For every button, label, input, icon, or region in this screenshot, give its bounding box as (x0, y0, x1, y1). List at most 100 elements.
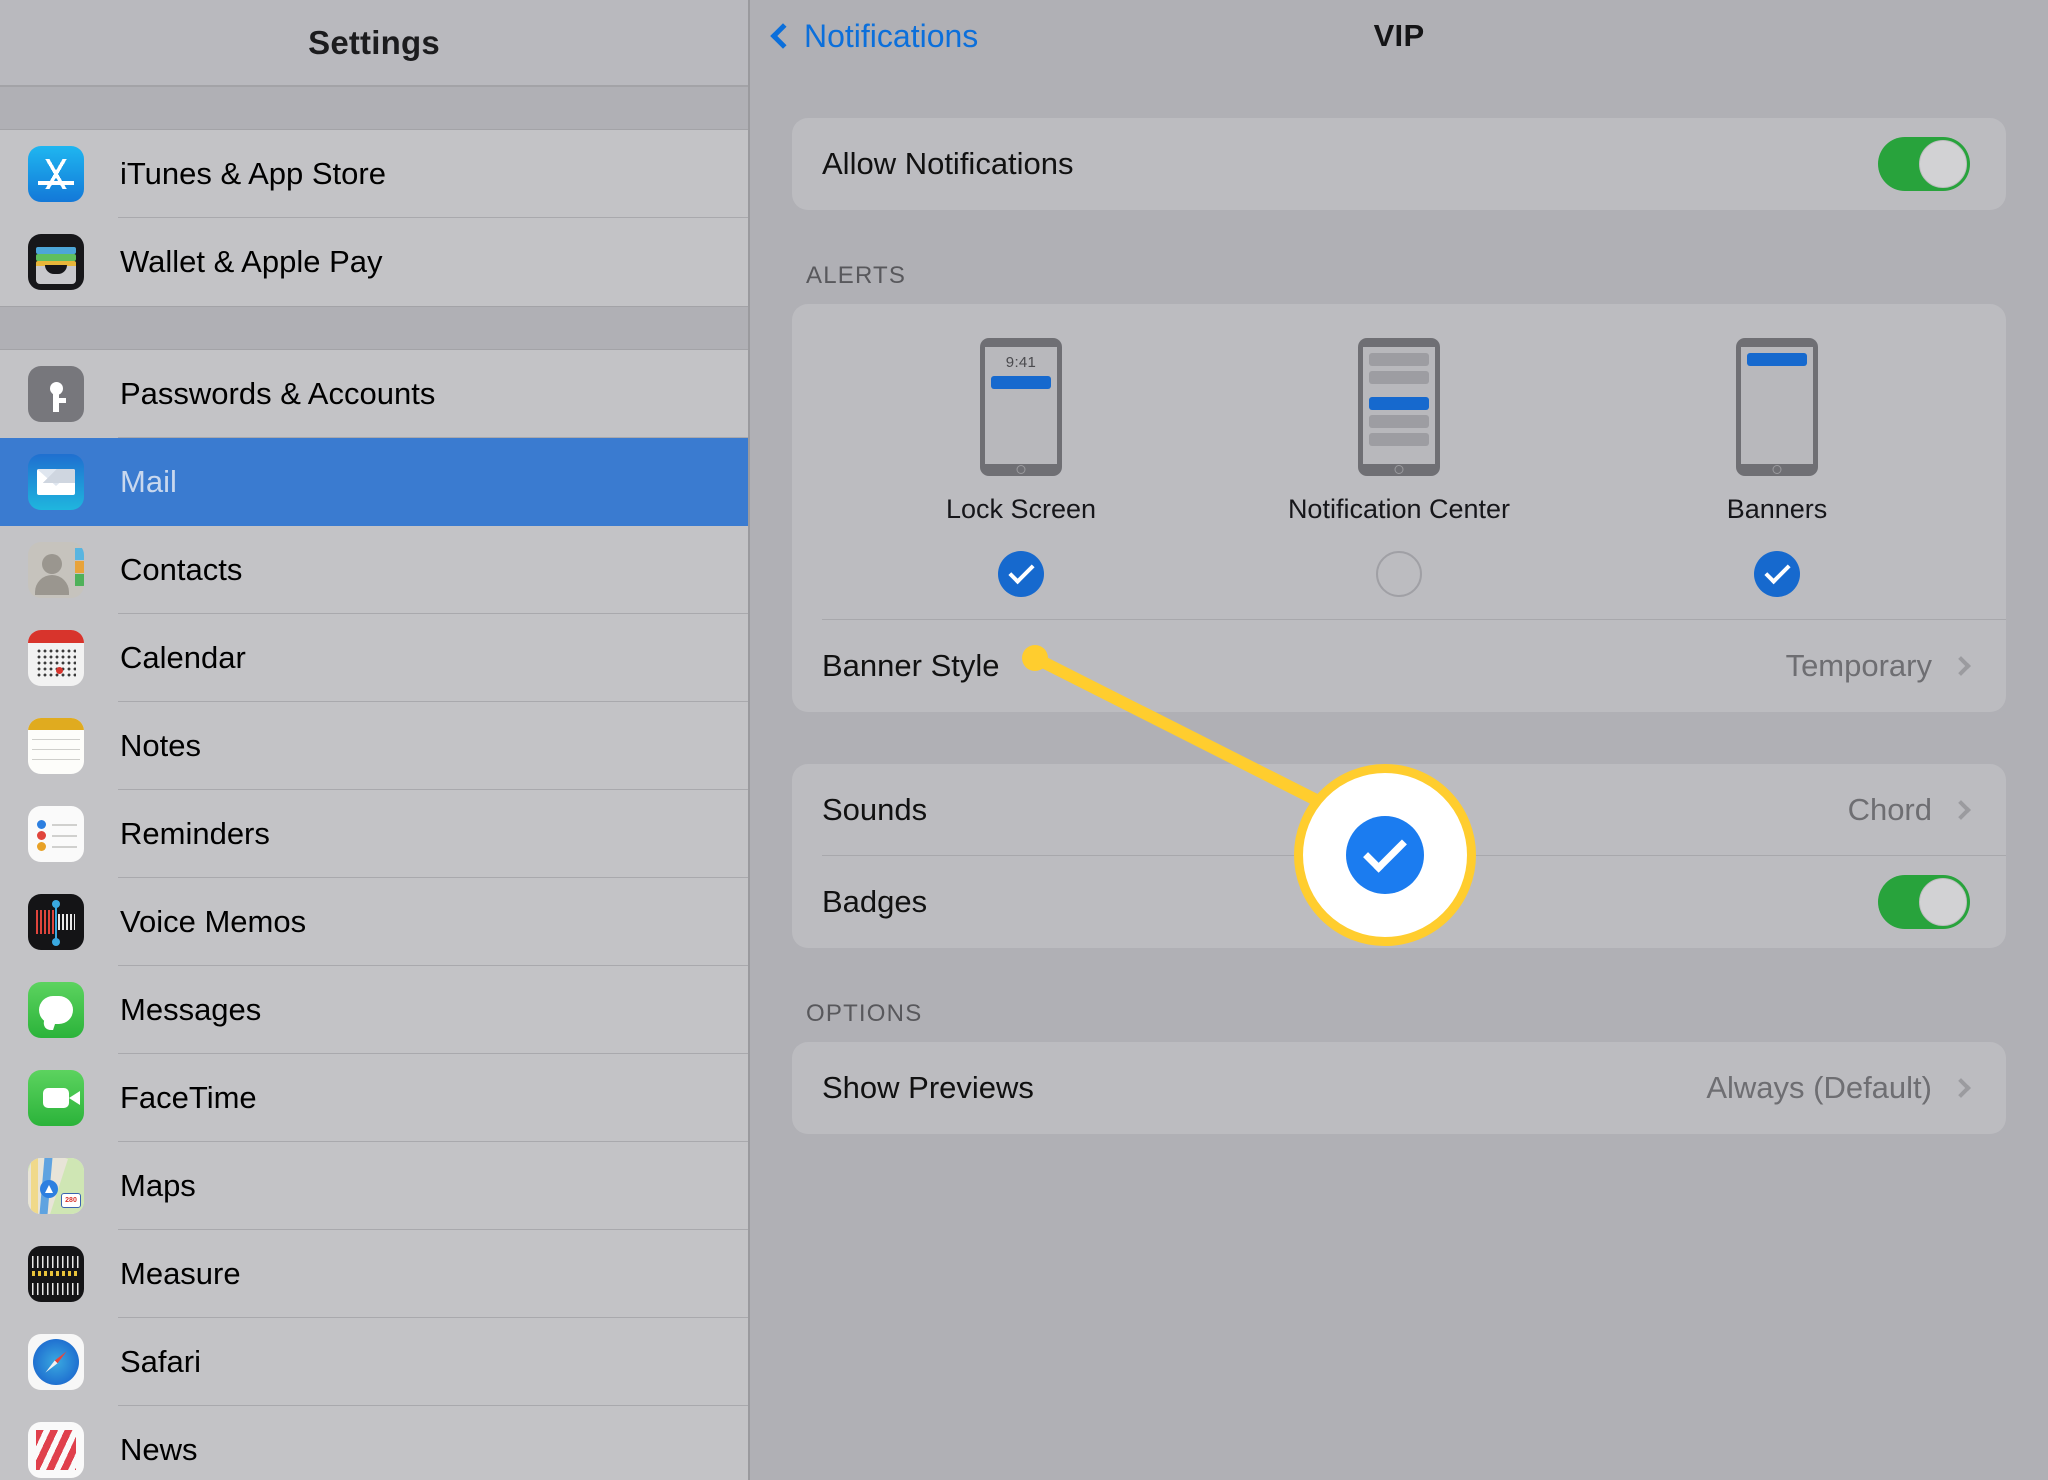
ipad-settings-window: Settings iTunes & App Store Wallet & App… (0, 0, 2048, 1480)
sidebar-item-label: Contacts (120, 552, 243, 587)
options-section-label: OPTIONS (806, 1000, 923, 1027)
toggle-knob (1919, 878, 1967, 926)
navigation-bar: Notifications VIP (750, 0, 2048, 72)
preview-banners[interactable]: Banners (1588, 338, 1966, 525)
chevron-right-icon (1951, 656, 1971, 676)
chevron-right-icon (1951, 800, 1971, 820)
sidebar-item-label: iTunes & App Store (120, 156, 386, 191)
sidebar-group-2: Passwords & Accounts Mail Contacts Calen… (0, 350, 748, 1480)
device-mockup-notification-center (1358, 338, 1440, 476)
sidebar-item-label: Notes (120, 728, 201, 763)
callout-leader-dot (1022, 645, 1048, 671)
checkbox-cell-banners (1588, 551, 1966, 597)
checkmark-circle-icon-lock-screen[interactable] (998, 551, 1044, 597)
device-mockup-lock-screen: 9:41 (980, 338, 1062, 476)
preview-label: Lock Screen (945, 494, 1097, 524)
sidebar-title: Settings (308, 23, 440, 61)
calendar-icon (28, 630, 84, 686)
sidebar-item-label: Voice Memos (120, 904, 307, 939)
sidebar-item-maps[interactable]: 280 Maps (0, 1142, 748, 1230)
settings-sidebar: Settings iTunes & App Store Wallet & App… (0, 0, 750, 1480)
lock-screen-time: 9:41 (1005, 354, 1037, 371)
home-button-icon (1016, 465, 1026, 474)
sidebar-item-passwords-accounts[interactable]: Passwords & Accounts (0, 350, 748, 438)
maps-icon: 280 (28, 1158, 84, 1214)
sidebar-item-label: Mail (120, 464, 177, 499)
sidebar-item-voice-memos[interactable]: Voice Memos (0, 878, 748, 966)
alerts-section-label: ALERTS (806, 262, 907, 289)
sidebar-group-1: iTunes & App Store Wallet & Apple Pay (0, 130, 748, 306)
sidebar-item-label: Maps (120, 1168, 196, 1203)
allow-notifications-row[interactable]: Allow Notifications (792, 118, 2006, 210)
preview-notification-center[interactable]: Notification Center (1210, 338, 1588, 525)
sidebar-item-calendar[interactable]: Calendar (0, 614, 748, 702)
mail-icon (28, 454, 84, 510)
sidebar-item-label: Wallet & Apple Pay (120, 244, 383, 279)
sidebar-item-label: Calendar (120, 640, 246, 675)
checkmark-circle-icon-banners[interactable] (1754, 551, 1800, 597)
sounds-value: Chord (1847, 792, 1932, 827)
sidebar-item-contacts[interactable]: Contacts (0, 526, 748, 614)
sidebar-item-messages[interactable]: Messages (0, 966, 748, 1054)
preview-lock-screen[interactable]: 9:41 Lock Screen (832, 338, 1210, 525)
news-icon (28, 1422, 84, 1478)
badges-label: Badges (822, 884, 928, 919)
banner-style-row[interactable]: Banner Style Temporary (792, 620, 2006, 712)
allow-notifications-toggle[interactable] (1878, 137, 1970, 191)
sidebar-header: Settings (0, 0, 748, 86)
allow-notifications-label: Allow Notifications (822, 146, 1074, 181)
alerts-card: 9:41 Lock Screen Notification Center Ban… (792, 304, 2006, 712)
alert-toggles-row (792, 551, 2006, 597)
sidebar-item-label: Reminders (120, 816, 270, 851)
options-card: Show Previews Always (Default) (792, 1042, 2006, 1134)
passwords-accounts-icon (28, 366, 84, 422)
banner-style-label: Banner Style (822, 648, 1000, 683)
badges-toggle[interactable] (1878, 875, 1970, 929)
sidebar-item-label: FaceTime (120, 1080, 257, 1115)
sidebar-item-label: Passwords & Accounts (120, 376, 436, 411)
device-mockup-banners (1736, 338, 1818, 476)
banner-style-value: Temporary (1785, 648, 1932, 683)
back-button[interactable]: Notifications (770, 17, 979, 55)
sidebar-item-measure[interactable]: Measure (0, 1230, 748, 1318)
show-previews-row[interactable]: Show Previews Always (Default) (792, 1042, 2006, 1134)
allow-notifications-card: Allow Notifications (792, 118, 2006, 210)
notes-icon (28, 718, 84, 774)
reminders-icon (28, 806, 84, 862)
preview-label: Banners (1726, 494, 1828, 524)
sidebar-item-notes[interactable]: Notes (0, 702, 748, 790)
contacts-icon (28, 542, 84, 598)
checkbox-cell-lock-screen (832, 551, 1210, 597)
measure-icon (28, 1246, 84, 1302)
safari-icon (28, 1334, 84, 1390)
sidebar-item-label: News (120, 1432, 198, 1467)
sidebar-item-mail[interactable]: Mail (0, 438, 748, 526)
sidebar-item-safari[interactable]: Safari (0, 1318, 748, 1406)
callout-magnifier (1294, 764, 1476, 946)
alert-previews: 9:41 Lock Screen Notification Center Ban… (792, 338, 2006, 525)
back-button-label: Notifications (804, 17, 979, 54)
checkbox-cell-notification-center (1210, 551, 1588, 597)
empty-circle-icon-notification-center[interactable] (1376, 551, 1422, 597)
sidebar-item-wallet-apple-pay[interactable]: Wallet & Apple Pay (0, 218, 748, 306)
messages-icon (28, 982, 84, 1038)
voice-memos-icon (28, 894, 84, 950)
sidebar-item-label: Messages (120, 992, 262, 1027)
sounds-label: Sounds (822, 792, 928, 827)
sidebar-item-itunes-app-store[interactable]: iTunes & App Store (0, 130, 748, 218)
sidebar-item-label: Safari (120, 1344, 201, 1379)
preview-label: Notification Center (1287, 494, 1511, 524)
sidebar-item-reminders[interactable]: Reminders (0, 790, 748, 878)
itunes-app-store-icon (28, 146, 84, 202)
home-button-icon (1772, 465, 1782, 474)
wallet-apple-pay-icon (28, 234, 84, 290)
home-button-icon (1394, 465, 1404, 474)
sidebar-item-facetime[interactable]: FaceTime (0, 1054, 748, 1142)
notifications-detail-panel: Notifications VIP Allow Notifications AL… (750, 0, 2048, 1480)
sidebar-item-news[interactable]: News (0, 1406, 748, 1480)
sidebar-group-gap-mid (0, 306, 748, 350)
